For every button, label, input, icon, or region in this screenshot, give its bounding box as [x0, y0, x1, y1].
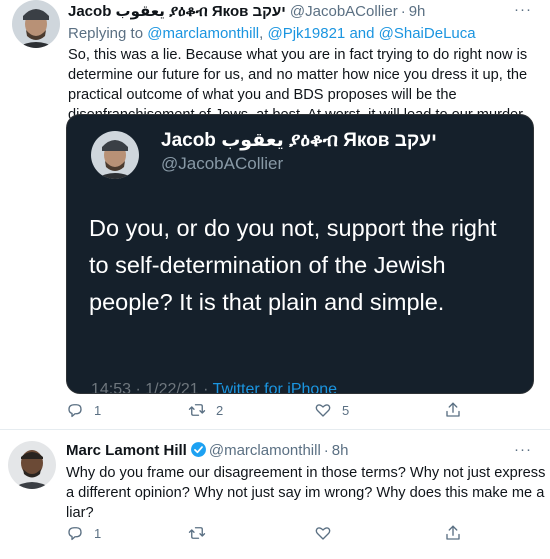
media-author-handle: @JacobACollier: [161, 154, 284, 173]
like-button[interactable]: 5: [314, 401, 349, 419]
tweet-actions: 1 2 5: [66, 401, 466, 423]
timestamp[interactable]: 8h: [332, 442, 349, 459]
reply-count: 1: [94, 402, 102, 418]
media-author-name: Jacob يعقوب ያዕቆብ Яков יעקב: [161, 130, 437, 151]
reply-button[interactable]: 1: [66, 524, 101, 542]
author-handle[interactable]: @JacobACollier: [290, 3, 398, 20]
share-icon: [446, 525, 460, 540]
tweet-media-screenshot[interactable]: Jacob يعقوب ያዕቆብ Яков יעקב @JacobACollie…: [66, 114, 534, 394]
avatar: [91, 131, 139, 179]
avatar[interactable]: [8, 441, 56, 489]
reply-icon: [68, 404, 82, 418]
tweet-marc[interactable]: Marc Lamont Hill @marclamonthill · 8h ··· W…: [0, 431, 550, 559]
retweet-count: 2: [216, 402, 224, 418]
retweet-icon: [188, 527, 206, 539]
like-icon: [315, 404, 331, 417]
verified-icon: [190, 442, 206, 457]
tweet-text: So, this was a lie. Because what you are…: [68, 47, 528, 123]
retweet-button[interactable]: 2: [188, 401, 223, 419]
media-footer: 14:53 · 1/22/21 · Twitter for iPhone: [91, 381, 338, 394]
author-handle[interactable]: @marclamonthill: [209, 442, 321, 459]
replying-to: Replying to @marclamonthill, @Pjk19821 a…: [68, 25, 476, 42]
tweet-header: Jacob يعقوب ያዕቆብ Яков יעקב @JacobACollie…: [68, 2, 425, 22]
separator-dot: ·: [323, 442, 329, 459]
media-timestamp: 14:53 · 1/22/21 ·: [91, 381, 209, 394]
author-name[interactable]: Jacob يعقوب ያዕቆብ Яков יעקב: [68, 3, 286, 20]
like-button[interactable]: [314, 524, 342, 542]
media-source: Twitter for iPhone: [212, 381, 338, 394]
mention-link[interactable]: @Pjk19821: [267, 25, 345, 42]
tweet-header: Marc Lamont Hill @marclamonthill · 8h: [66, 441, 348, 461]
timestamp[interactable]: 9h: [409, 3, 426, 20]
like-count: 5: [342, 402, 350, 418]
share-button[interactable]: [444, 524, 462, 542]
separator-dot: ·: [400, 3, 406, 20]
like-icon: [315, 527, 331, 540]
mention-link[interactable]: @marclamonthill: [147, 25, 259, 42]
reply-icon: [68, 527, 82, 541]
more-icon[interactable]: ···: [514, 441, 532, 458]
share-icon: [446, 402, 460, 417]
tweet-jacob[interactable]: Jacob يعقوب ያዕቆብ Яков יעקב @JacobACollie…: [0, 0, 550, 430]
tweet-actions: 1: [66, 524, 466, 546]
tweet-text: Why do you frame our disagreement in tho…: [66, 465, 546, 521]
media-tweet-text: Do you, or do you not, support the right…: [89, 215, 497, 315]
replying-prefix: Replying to: [68, 25, 144, 42]
retweet-icon: [188, 404, 206, 416]
avatar[interactable]: [12, 0, 60, 48]
retweet-button[interactable]: [188, 524, 216, 542]
reply-button[interactable]: 1: [66, 401, 101, 419]
author-name[interactable]: Marc Lamont Hill: [66, 442, 187, 459]
mention-conjunction: and: [349, 25, 375, 42]
more-icon[interactable]: ···: [514, 1, 532, 18]
reply-count: 1: [94, 525, 102, 541]
share-button[interactable]: [444, 401, 462, 419]
mention-link[interactable]: @ShaiDeLuca: [379, 25, 476, 42]
